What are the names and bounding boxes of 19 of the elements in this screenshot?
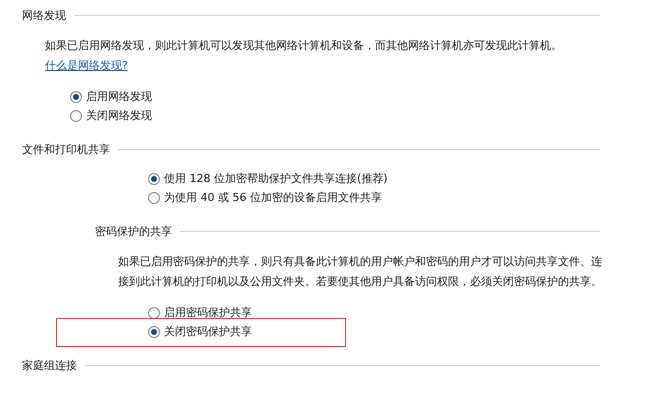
radio-button[interactable] (148, 173, 160, 186)
help-link[interactable]: 什么是网络发现? (45, 58, 128, 72)
radio-button[interactable] (148, 307, 160, 320)
description: 如果已启用网络发现，则此计算机可以发现其他网络计算机和设备，而其他网络计算机亦可发现此计算机。 什么是网络发现? (45, 38, 563, 74)
option-label: 使用 128 位加密帮助保护文件共享连接(推荐) (164, 171, 388, 188)
option-label: 为使用 40 或 56 位加密的设备启用文件共享 (164, 190, 382, 206)
section-title: 家庭组连接 (22, 358, 77, 374)
radio-button[interactable] (148, 192, 160, 204)
option-label: 启用密码保护共享 (164, 305, 252, 322)
radio-button[interactable] (70, 91, 82, 104)
radio-button[interactable] (148, 326, 160, 338)
subsection-title: 密码保护的共享 (95, 224, 172, 240)
radio-button[interactable] (70, 110, 82, 122)
option-label: 启用网络发现 (86, 89, 152, 106)
option-label: 关闭密码保护共享 (164, 324, 252, 340)
option-label: 关闭网络发现 (86, 108, 152, 124)
section-title: 文件和打印机共享 (22, 142, 110, 158)
description: 如果已启用密码保护的共享，则只有具备此计算机的用户帐户和密码的用户才可以访问共享文件、连接到此计算机的打印机以及公用文件夹。若要使其他用户具备访问权限，必须关闭密码保护的共享。 (118, 254, 603, 290)
section-title: 网络发现 (22, 8, 66, 24)
